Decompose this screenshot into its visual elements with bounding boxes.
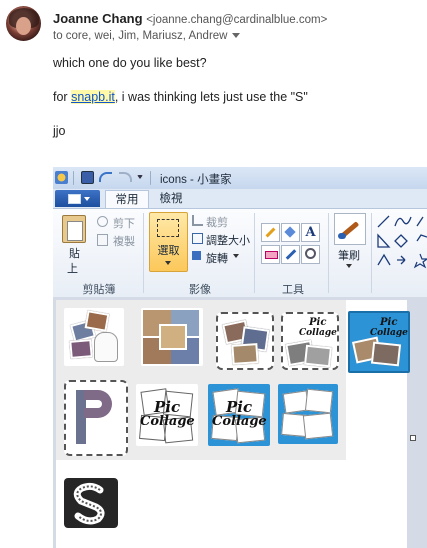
- icon-option-pic-collage-blue: Pic Collage: [348, 311, 410, 373]
- hand-icon: [94, 332, 118, 362]
- sender-name[interactable]: Joanne Chang: [53, 11, 143, 26]
- paint-titlebar: icons - 小畫家: [53, 167, 427, 190]
- icon-option-dashed-collage: [216, 312, 274, 370]
- icon-option-collage-hand: [64, 308, 124, 366]
- snapbit-link[interactable]: snapb.it: [71, 90, 115, 104]
- paste-label-1: 貼: [69, 248, 80, 260]
- undo-icon: [99, 172, 112, 182]
- message-text: for: [53, 90, 72, 104]
- save-icon: [81, 171, 94, 184]
- brushes-label: 筆刷: [338, 250, 360, 262]
- pencil-icon: [261, 223, 280, 242]
- message-text: , i was thinking lets just use the "S": [114, 90, 308, 104]
- redo-icon: [119, 172, 132, 182]
- sender-email: <joanne.chang@cardinalblue.com>: [146, 14, 328, 26]
- icon-option-pic-collage-gray: Pic Collage: [281, 312, 339, 370]
- color-picker-icon: [281, 245, 300, 264]
- recipients-text: to core, wei, Jim, Mariusz, Andrew: [53, 30, 228, 42]
- canvas-resize-handle: [410, 435, 416, 441]
- sender-avatar[interactable]: [6, 6, 41, 41]
- pic-text: Pic: [309, 317, 327, 328]
- icon-option-blank-frames-blue: [278, 384, 338, 444]
- chevron-down-icon[interactable]: [232, 33, 241, 39]
- collage-text: Collage: [299, 328, 337, 338]
- customize-quick-access-icon: [137, 175, 143, 179]
- icon-option-pic-collage-blue-white: Pic Collage: [208, 384, 270, 446]
- shapes-gallery: [377, 215, 427, 269]
- eraser-icon: [261, 245, 280, 264]
- brushes-dropdown-icon: [346, 264, 352, 268]
- paint-file-menu-button: [55, 190, 100, 207]
- ribbon-tab-row: 常用 檢視: [53, 189, 427, 209]
- crop-label: 裁剪: [206, 217, 228, 229]
- icon-option-pic-collage-white: Pic Collage: [136, 384, 198, 446]
- sender-line: Joanne Chang <joanne.chang@cardinalblue.…: [53, 11, 327, 26]
- clipboard-group-label: 剪貼簿: [82, 284, 116, 296]
- rotate-label: 旋轉: [206, 253, 228, 265]
- rotate-dropdown-icon: [233, 254, 239, 258]
- select-label: 選取: [157, 245, 180, 257]
- image-group-label: 影像: [189, 284, 211, 296]
- brush-icon: [334, 213, 366, 245]
- copy-label: 複製: [113, 236, 135, 248]
- paste-icon: [62, 215, 86, 243]
- tools-group-label: 工具: [282, 284, 304, 296]
- tab-view: 檢視: [159, 193, 183, 205]
- paste-label-2: 上: [67, 263, 78, 275]
- select-tool-button: 選取: [149, 212, 188, 272]
- message-line-2: for snapb.it, i was thinking lets just u…: [53, 90, 308, 104]
- message-line-1: which one do you like best?: [53, 56, 207, 70]
- icon-option-photo-stack: [141, 308, 203, 366]
- text-tool-icon: A: [301, 223, 320, 242]
- cut-label: 剪下: [113, 218, 135, 230]
- tab-home: 常用: [105, 190, 149, 209]
- resize-label: 調整大小: [206, 235, 250, 247]
- paint-window-title: icons - 小畫家: [160, 174, 232, 186]
- magnifier-icon: [301, 245, 320, 264]
- paint-canvas: Pic Collage Pic Collage Pic Collage Pic …: [56, 300, 416, 548]
- fill-bucket-icon: [281, 223, 300, 242]
- crop-icon: [192, 215, 203, 226]
- copy-icon: [97, 234, 108, 246]
- paint-app-icon: [55, 171, 68, 184]
- s-letter-icon: [73, 482, 105, 525]
- paint-window-screenshot: icons - 小畫家 常用 檢視 貼 上 剪下 複製 剪貼簿 選取 裁剪 調整…: [53, 167, 427, 548]
- signature: jjo: [53, 124, 66, 138]
- icon-option-letter-p-collage: [64, 380, 128, 456]
- icon-option-letter-s: [64, 478, 118, 528]
- rotate-icon: [192, 251, 201, 260]
- pic-text: Pic: [380, 317, 398, 328]
- cut-icon: [97, 216, 108, 227]
- paint-ribbon: 貼 上 剪下 複製 剪貼簿 選取 裁剪 調整大小 旋轉 影像 A 工具 筆刷: [53, 208, 427, 298]
- collage-text: Collage: [140, 414, 195, 429]
- paint-canvas-area: Pic Collage Pic Collage Pic Collage Pic …: [53, 297, 427, 548]
- resize-icon: [192, 233, 203, 244]
- collage-text: Collage: [212, 414, 267, 429]
- recipients-line[interactable]: to core, wei, Jim, Mariusz, Andrew: [53, 30, 241, 42]
